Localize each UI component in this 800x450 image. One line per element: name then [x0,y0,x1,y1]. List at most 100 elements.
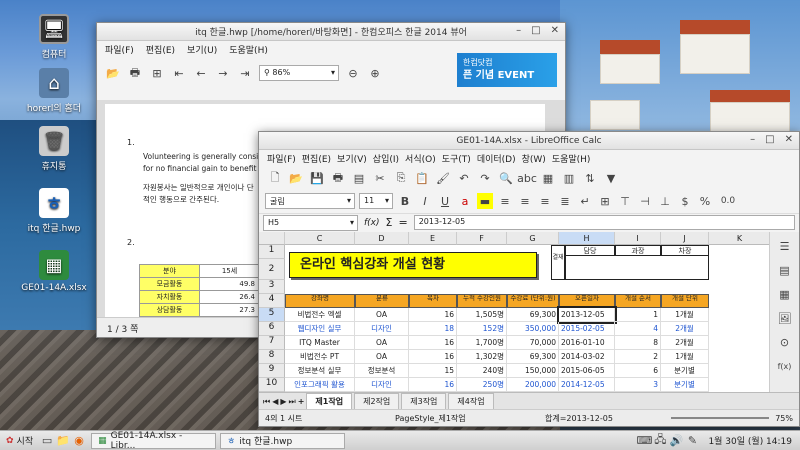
percent-icon[interactable]: % [697,193,713,209]
row-header[interactable]: 3 [259,280,285,294]
formula-icon[interactable]: = [398,216,407,229]
bookmark-icon[interactable]: ⊞ [149,65,165,81]
table-data-cell[interactable]: 2014-03-02 [559,350,615,364]
table-data-cell[interactable]: 69,300 [507,308,559,322]
table-data-cell[interactable]: 2014-12-05 [559,378,615,392]
desktop-icon-home[interactable]: ⌂ horerl의 홈더 [14,68,94,114]
menu-insert[interactable]: 삽입(I) [373,152,399,165]
event-banner[interactable]: 한컴닷컴 픈 기념 EVENT [457,53,557,87]
menu-edit[interactable]: 편집(E) [146,43,175,56]
menu-tools[interactable]: 도구(T) [442,152,471,165]
table-data-cell[interactable]: 6 [615,364,661,378]
next-sheet-icon[interactable]: ▶ [280,397,286,406]
desktop-icon-hwp[interactable]: ㅎ itq 한글.hwp [14,188,94,234]
table-data-cell[interactable]: OA [355,350,409,364]
cut-icon[interactable]: ✂ [372,170,388,186]
find-icon[interactable]: 🔍 [498,170,514,186]
sum-icon[interactable]: Σ [386,216,393,229]
align-left-icon[interactable]: ≡ [497,193,513,209]
sidebar-menu-icon[interactable]: ☰ [777,238,793,254]
column-header[interactable]: J [661,232,709,245]
column-header[interactable]: H [559,232,615,245]
autofilter-icon[interactable]: ▼ [603,170,619,186]
menu-file[interactable]: 파일(F) [105,43,134,56]
redo-icon[interactable]: ↷ [477,170,493,186]
keyboard-icon[interactable]: ⌨ [636,433,652,449]
font-size-select[interactable]: 11 [359,193,393,209]
table-data-cell[interactable]: 디자인 [355,378,409,392]
table-data-cell[interactable]: 1개월 [661,308,709,322]
column-header[interactable]: E [409,232,457,245]
next-page-icon[interactable]: → [215,65,231,81]
table-data-cell[interactable]: 분기별 [661,364,709,378]
first-sheet-icon[interactable]: ⏮ [263,397,270,407]
table-data-cell[interactable]: 비법전수 PT [285,350,355,364]
add-sheet-icon[interactable]: + [298,397,305,406]
table-header-cell[interactable]: 강좌명 [285,294,355,308]
first-page-icon[interactable]: ⇤ [171,65,187,81]
corner-header[interactable] [259,232,285,245]
hwp-titlebar[interactable]: itq 한글.hwp [/home/horerl/바탕화면] - 한컴오피스 한… [97,23,565,41]
menu-data[interactable]: 데이터(D) [477,152,516,165]
row-header[interactable]: 8 [259,350,285,364]
table-data-cell[interactable]: 2개월 [661,322,709,336]
insert-row-icon[interactable]: ▦ [540,170,556,186]
table-header-cell[interactable]: 오픈일자 [559,294,615,308]
calc-titlebar[interactable]: GE01-14A.xlsx - LibreOffice Calc – □ ✕ [259,132,799,150]
align-top-icon[interactable]: ⊤ [617,193,633,209]
menu-view[interactable]: 보기(U) [187,43,217,56]
minimize-icon[interactable]: – [516,25,521,36]
sheet-tab-1[interactable]: 제1작업 [306,393,353,410]
last-sheet-icon[interactable]: ⏭ [289,397,296,407]
row-header[interactable]: 2 [259,259,285,280]
menu-edit[interactable]: 편집(E) [302,152,331,165]
sheet-tab-2[interactable]: 제2작업 [354,393,400,410]
function-wizard-icon[interactable]: f(x) [364,218,380,228]
table-data-cell[interactable]: 1,302명 [457,350,507,364]
table-data-cell[interactable]: 16 [409,308,457,322]
print-preview-icon[interactable]: ▤ [351,170,367,186]
copy-icon[interactable]: ⎘ [393,170,409,186]
clone-format-icon[interactable]: 🖌 [435,170,451,186]
row-header[interactable]: 1 [259,245,285,259]
navigator-icon[interactable]: ⊙ [777,334,793,350]
table-header-cell[interactable]: 개설 단위 [661,294,709,308]
table-data-cell[interactable]: 2016-01-10 [559,336,615,350]
desktop-icon-computer[interactable]: 🖥 컴퓨터 [14,14,94,60]
zoom-in-icon[interactable]: ⊕ [367,65,383,81]
table-data-cell[interactable]: OA [355,336,409,350]
row-header[interactable]: 6 [259,322,285,336]
desktop-icon-xlsx[interactable]: ▦ GE01-14A.xlsx [14,250,94,293]
clock[interactable]: 1월 30일 (월) 14:19 [700,434,800,447]
menu-help[interactable]: 도움말(H) [552,152,591,165]
prev-page-icon[interactable]: ← [193,65,209,81]
open-folder-icon[interactable]: 📂 [105,65,121,81]
functions-icon[interactable]: f(x) [777,358,793,374]
table-data-cell[interactable]: 분기별 [661,378,709,392]
table-data-cell[interactable]: 69,300 [507,350,559,364]
table-data-cell[interactable]: 1 [615,308,661,322]
start-button[interactable]: ✿ 시작 [0,434,39,448]
maximize-icon[interactable]: □ [765,134,774,145]
file-manager-icon[interactable]: 📁 [55,433,71,449]
table-header-cell[interactable]: 수강료 (단위:원) [507,294,559,308]
table-data-cell[interactable]: 1,505명 [457,308,507,322]
spelling-icon[interactable]: abc [517,170,537,186]
table-data-cell[interactable]: 2개월 [661,336,709,350]
table-data-cell[interactable]: 3 [615,378,661,392]
table-data-cell[interactable]: 정보분석 [355,364,409,378]
table-data-cell[interactable]: 350,000 [507,322,559,336]
new-document-icon[interactable]: 🗋 [267,170,283,186]
zoom-out-icon[interactable]: ⊖ [345,65,361,81]
name-box[interactable]: H5 [263,214,358,231]
pen-icon[interactable]: ✎ [684,433,700,449]
align-right-icon[interactable]: ≡ [537,193,553,209]
table-header-cell[interactable]: 누적 수강인원 [457,294,507,308]
styles-icon[interactable]: ▦ [777,286,793,302]
table-data-cell[interactable]: 정보분석 실무 [285,364,355,378]
row-header[interactable]: 9 [259,364,285,378]
column-header[interactable]: K [709,232,771,245]
menu-format[interactable]: 서식(O) [405,152,436,165]
prev-sheet-icon[interactable]: ◀ [272,397,278,406]
table-data-cell[interactable]: 152명 [457,322,507,336]
